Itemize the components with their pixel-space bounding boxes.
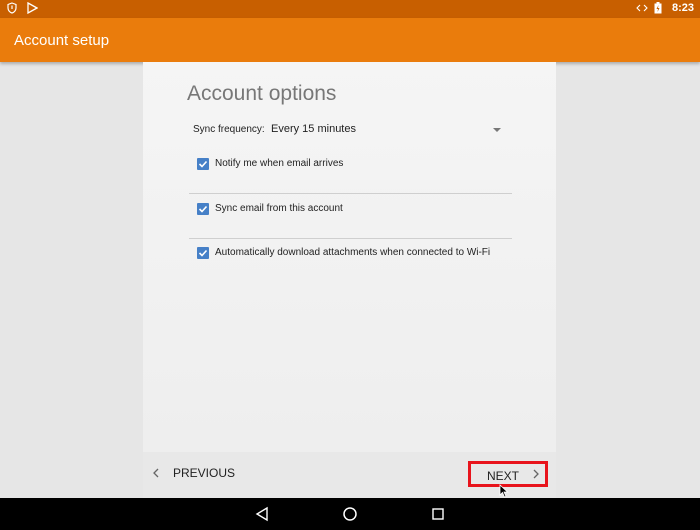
notify-email-option[interactable]: Notify me when email arrives — [189, 150, 512, 194]
button-bar: PREVIOUS NEXT — [143, 452, 556, 498]
sync-email-option[interactable]: Sync email from this account — [189, 195, 512, 239]
previous-button-label: PREVIOUS — [173, 466, 236, 480]
sync-email-checkbox[interactable] — [197, 203, 209, 215]
back-icon[interactable] — [255, 506, 269, 522]
notify-email-label: Notify me when email arrives — [215, 158, 344, 169]
shield-icon — [6, 2, 18, 14]
previous-button[interactable]: PREVIOUS — [153, 466, 235, 480]
status-bar: 8:23 — [0, 0, 700, 18]
chevron-right-icon — [533, 469, 539, 479]
chevron-left-icon — [153, 468, 159, 478]
auto-download-option[interactable]: Automatically download attachments when … — [189, 239, 512, 283]
recents-icon[interactable] — [431, 506, 445, 522]
auto-download-label: Automatically download attachments when … — [215, 247, 491, 258]
code-icon — [636, 2, 648, 14]
battery-charging-icon — [654, 2, 666, 14]
sync-email-label: Sync email from this account — [215, 203, 343, 214]
dropdown-arrow-icon — [493, 128, 501, 132]
divider — [189, 193, 512, 194]
app-bar-title: Account setup — [14, 32, 110, 49]
notify-email-checkbox[interactable] — [197, 158, 209, 170]
sync-frequency-label: Sync frequency: — [193, 124, 265, 135]
play-store-icon — [26, 1, 39, 15]
next-button-label: NEXT — [487, 469, 520, 483]
nav-bar — [0, 498, 700, 530]
clock: 8:23 — [671, 2, 694, 14]
mouse-cursor-icon — [499, 484, 509, 498]
auto-download-checkbox[interactable] — [197, 247, 209, 259]
check-icon — [198, 205, 208, 213]
check-icon — [198, 160, 208, 168]
home-icon[interactable] — [342, 506, 358, 522]
app-bar: Account setup — [0, 18, 700, 62]
page-title: Account options — [187, 82, 337, 105]
account-options-card: Account options Sync frequency: Every 15… — [143, 62, 556, 452]
sync-frequency-select[interactable]: Sync frequency: Every 15 minutes — [193, 123, 501, 144]
check-icon — [198, 249, 208, 257]
sync-frequency-value: Every 15 minutes — [271, 123, 356, 135]
